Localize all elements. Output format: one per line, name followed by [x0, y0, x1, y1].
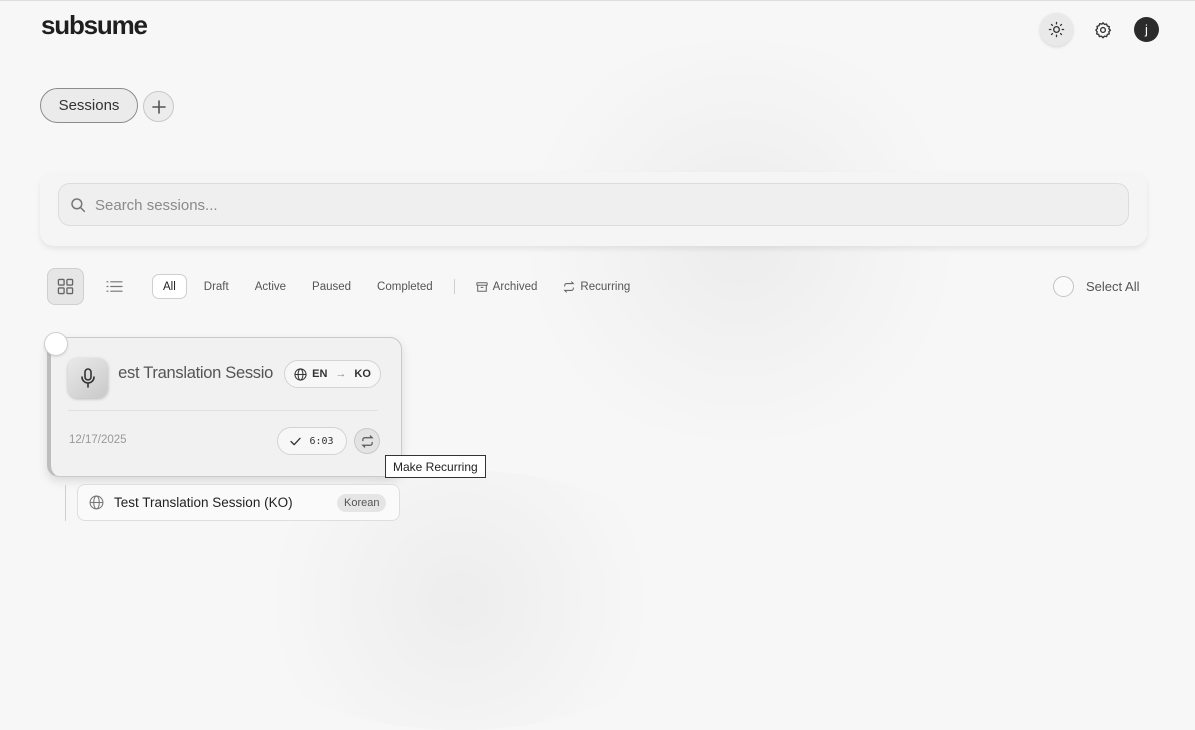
card-divider: [68, 410, 378, 411]
select-all-checkbox[interactable]: [1053, 276, 1074, 297]
top-border: [0, 0, 1195, 1]
language-badge: Korean: [337, 494, 387, 512]
sun-icon: [1048, 21, 1065, 38]
tab-sessions[interactable]: Sessions: [40, 88, 138, 123]
gear-icon: [1095, 22, 1112, 39]
child-session-item[interactable]: Test Translation Session (KO) Korean: [77, 484, 400, 521]
session-title: est Translation Sessio: [118, 364, 273, 382]
grid-view-button[interactable]: [47, 268, 84, 305]
repeat-icon: [360, 434, 374, 448]
target-language: KO: [354, 368, 371, 380]
search-box[interactable]: [58, 183, 1129, 227]
filter-all[interactable]: All: [152, 274, 187, 299]
check-icon: [290, 437, 302, 445]
filter-paused[interactable]: Paused: [303, 274, 360, 299]
search-icon: [71, 198, 86, 213]
source-language: EN: [312, 368, 328, 380]
select-all-label: Select All: [1086, 279, 1140, 294]
session-select-checkbox[interactable]: [44, 332, 68, 356]
search-panel: [40, 172, 1147, 246]
status-filters: All Draft Active Paused Completed Archiv…: [152, 274, 647, 299]
filter-archived-label: Archived: [492, 280, 538, 293]
globe-icon: [294, 367, 307, 381]
globe-icon: [89, 495, 104, 510]
tree-connector: [65, 485, 66, 521]
session-date: 12/17/2025: [69, 434, 127, 446]
list-icon: [106, 281, 123, 292]
session-type-tile: [68, 358, 108, 398]
filter-recurring[interactable]: Recurring: [554, 274, 639, 299]
theme-toggle-button[interactable]: [1040, 13, 1073, 46]
filter-active[interactable]: Active: [246, 274, 295, 299]
make-recurring-button[interactable]: [354, 428, 380, 454]
list-view-button[interactable]: [96, 268, 133, 305]
duration-badge: 6:03: [277, 427, 347, 455]
filter-recurring-label: Recurring: [580, 280, 631, 293]
arrow-right-icon: →: [335, 368, 347, 380]
add-tab-button[interactable]: [143, 91, 174, 122]
child-session-title: Test Translation Session (KO): [114, 495, 293, 510]
filter-divider: [453, 279, 455, 294]
session-card[interactable]: est Translation Sessio EN → KO 12/17/202…: [47, 337, 402, 477]
plus-icon: [151, 99, 166, 114]
tooltip: Make Recurring: [385, 455, 486, 478]
archive-icon: [476, 281, 488, 292]
grid-icon: [57, 278, 74, 295]
filter-draft[interactable]: Draft: [195, 274, 238, 299]
select-all-control[interactable]: Select All: [1053, 276, 1139, 297]
search-input[interactable]: [93, 184, 1097, 227]
settings-button[interactable]: [1090, 17, 1116, 43]
session-duration: 6:03: [309, 435, 334, 447]
filter-completed[interactable]: Completed: [368, 274, 442, 299]
session-title-container: est Translation Sessio: [109, 362, 273, 388]
filter-archived[interactable]: Archived: [467, 274, 547, 299]
user-avatar[interactable]: j: [1134, 17, 1159, 42]
language-pair-badge: EN → KO: [284, 360, 381, 388]
repeat-icon: [563, 280, 575, 293]
app-logo[interactable]: subsume: [41, 10, 148, 41]
microphone-icon: [81, 368, 95, 388]
